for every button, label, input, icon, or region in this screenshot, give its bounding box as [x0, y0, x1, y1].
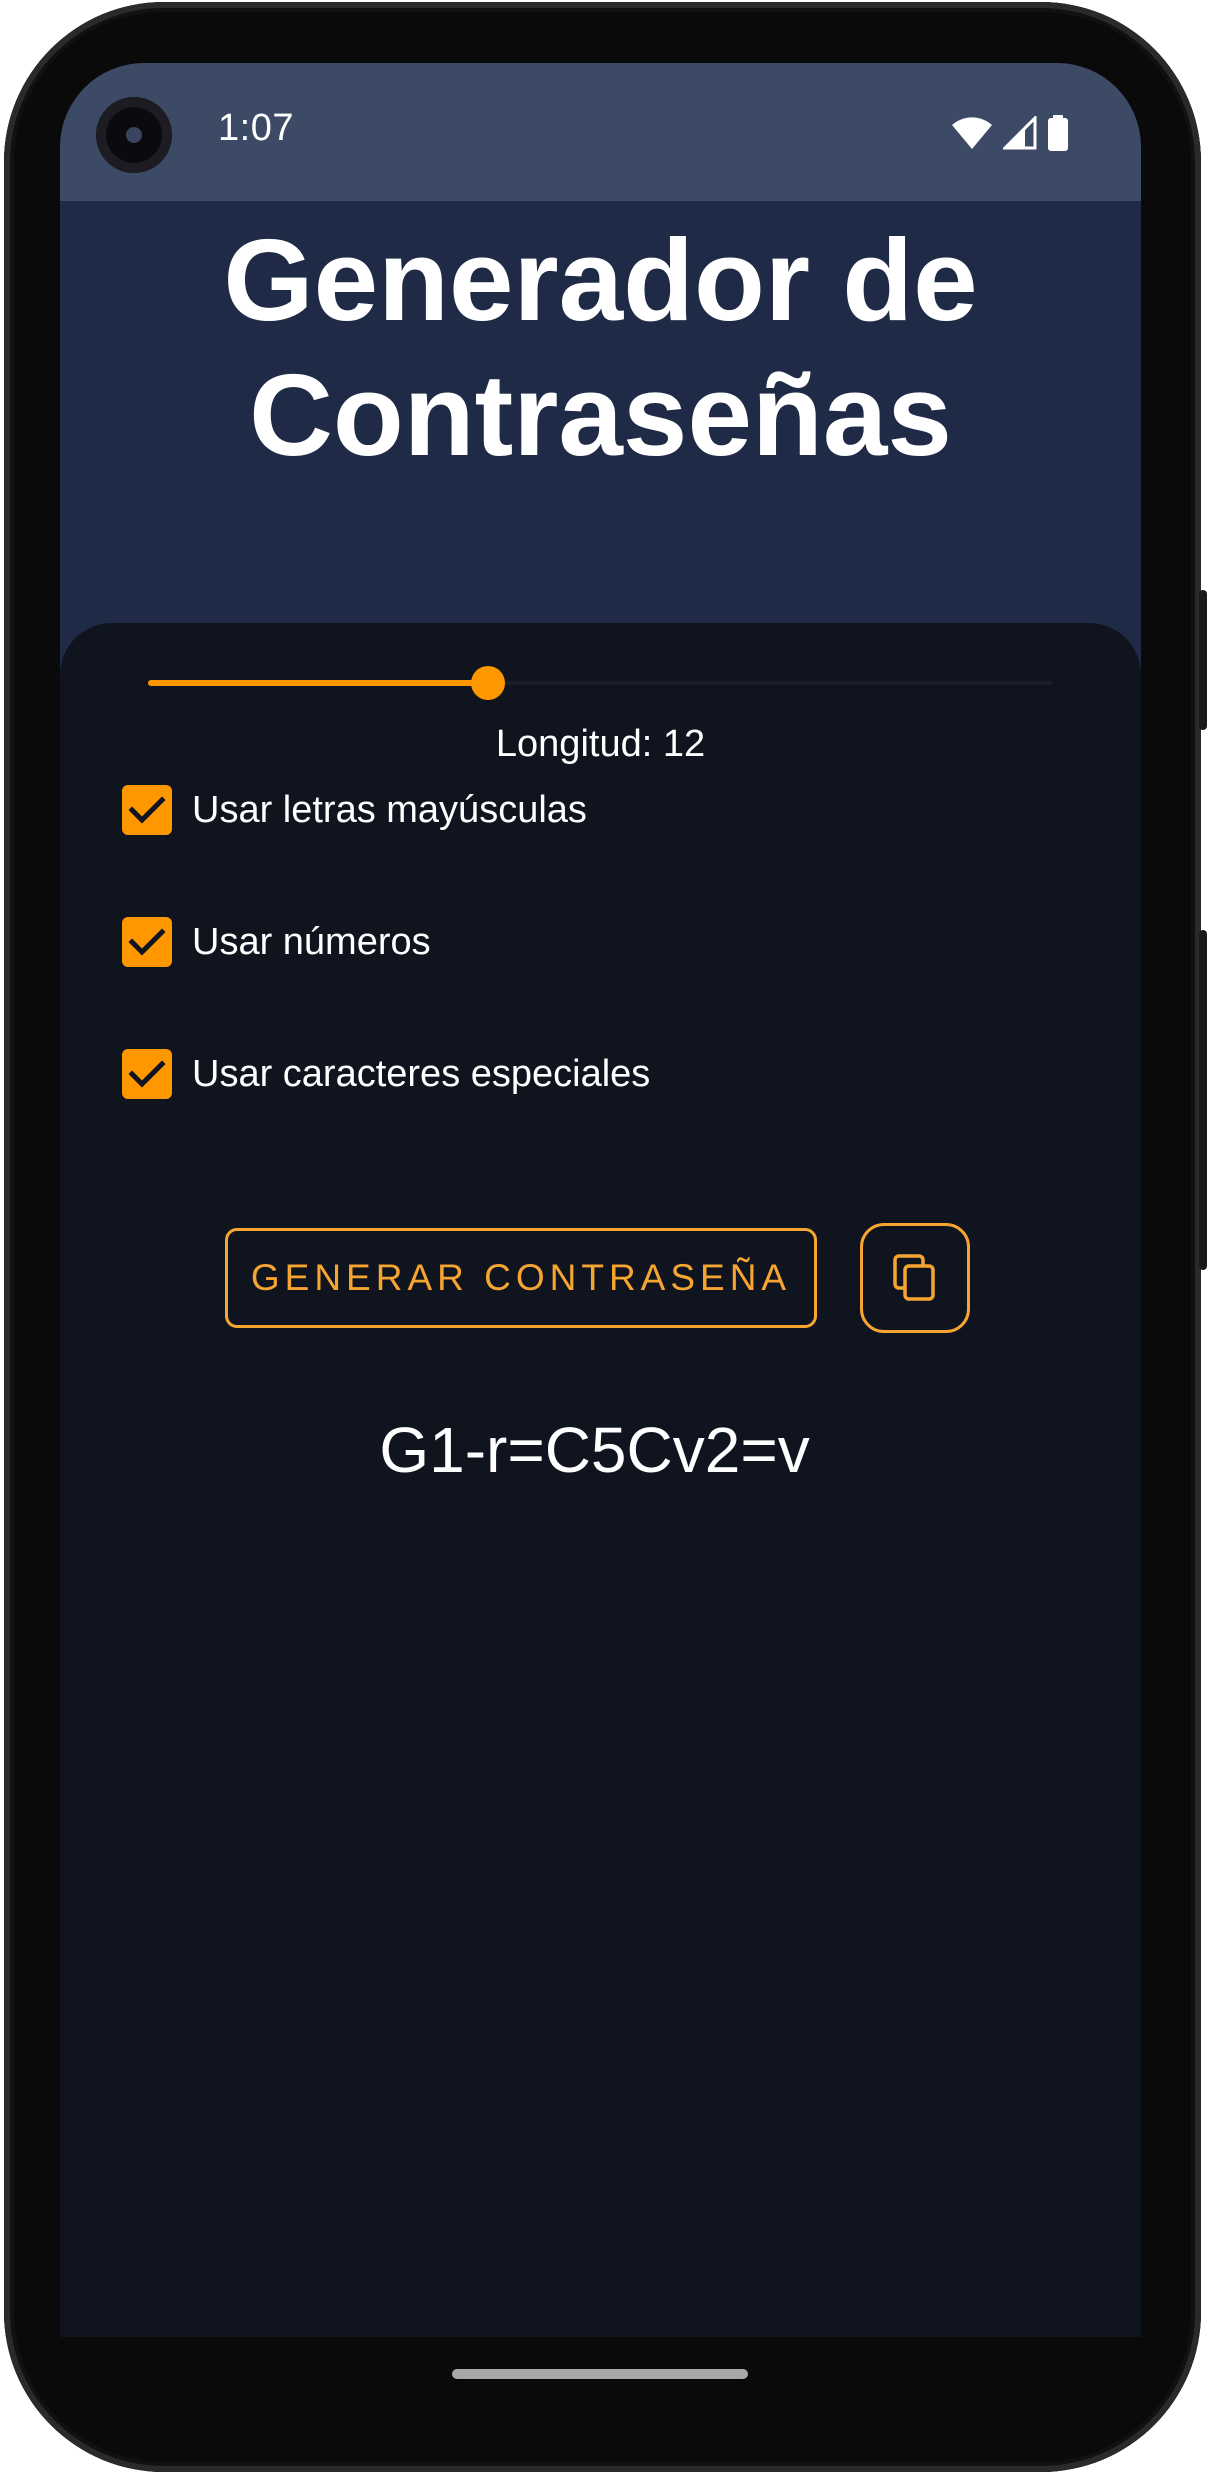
option-label: Usar números	[192, 920, 431, 963]
camera-icon	[96, 97, 172, 173]
copy-icon	[893, 1254, 935, 1301]
navigation-bar	[60, 2337, 1141, 2415]
length-slider[interactable]	[148, 663, 1052, 703]
status-icons	[951, 115, 1069, 151]
copy-button[interactable]	[860, 1223, 970, 1333]
battery-icon	[1048, 115, 1068, 151]
checkmark-icon	[128, 928, 166, 956]
checkmark-icon	[128, 796, 166, 824]
option-label: Usar caracteres especiales	[192, 1052, 651, 1095]
generated-password: G1-r=C5Cv2=v	[379, 1414, 810, 1486]
option-uppercase[interactable]: Usar letras mayúsculas	[122, 780, 587, 840]
power-button	[1199, 590, 1207, 730]
slider-fill	[148, 680, 488, 686]
uppercase-checkbox[interactable]	[122, 785, 172, 835]
title-line-2: Contraseñas	[249, 350, 952, 480]
app-screen: 1:07 Generador de Contraseñas Longitud: …	[60, 63, 1141, 2337]
option-numbers[interactable]: Usar números	[122, 912, 431, 972]
option-label: Usar letras mayúsculas	[192, 788, 587, 831]
page-title: Generador de Contraseñas	[60, 213, 1141, 483]
generate-password-button[interactable]: GENERAR CONTRASEÑA	[225, 1228, 817, 1328]
status-clock: 1:07	[218, 107, 294, 149]
title-line-1: Generador de	[223, 215, 978, 345]
slider-thumb[interactable]	[471, 666, 505, 700]
special-chars-checkbox[interactable]	[122, 1049, 172, 1099]
length-label: Longitud: 12	[495, 723, 706, 765]
volume-button	[1199, 930, 1207, 1270]
status-bar: 1:07	[60, 63, 1141, 201]
home-indicator[interactable]	[452, 2369, 748, 2379]
signal-icon	[1003, 116, 1037, 150]
wifi-icon	[952, 117, 992, 149]
option-special-chars[interactable]: Usar caracteres especiales	[122, 1044, 650, 1104]
checkmark-icon	[128, 1060, 166, 1088]
numbers-checkbox[interactable]	[122, 917, 172, 967]
